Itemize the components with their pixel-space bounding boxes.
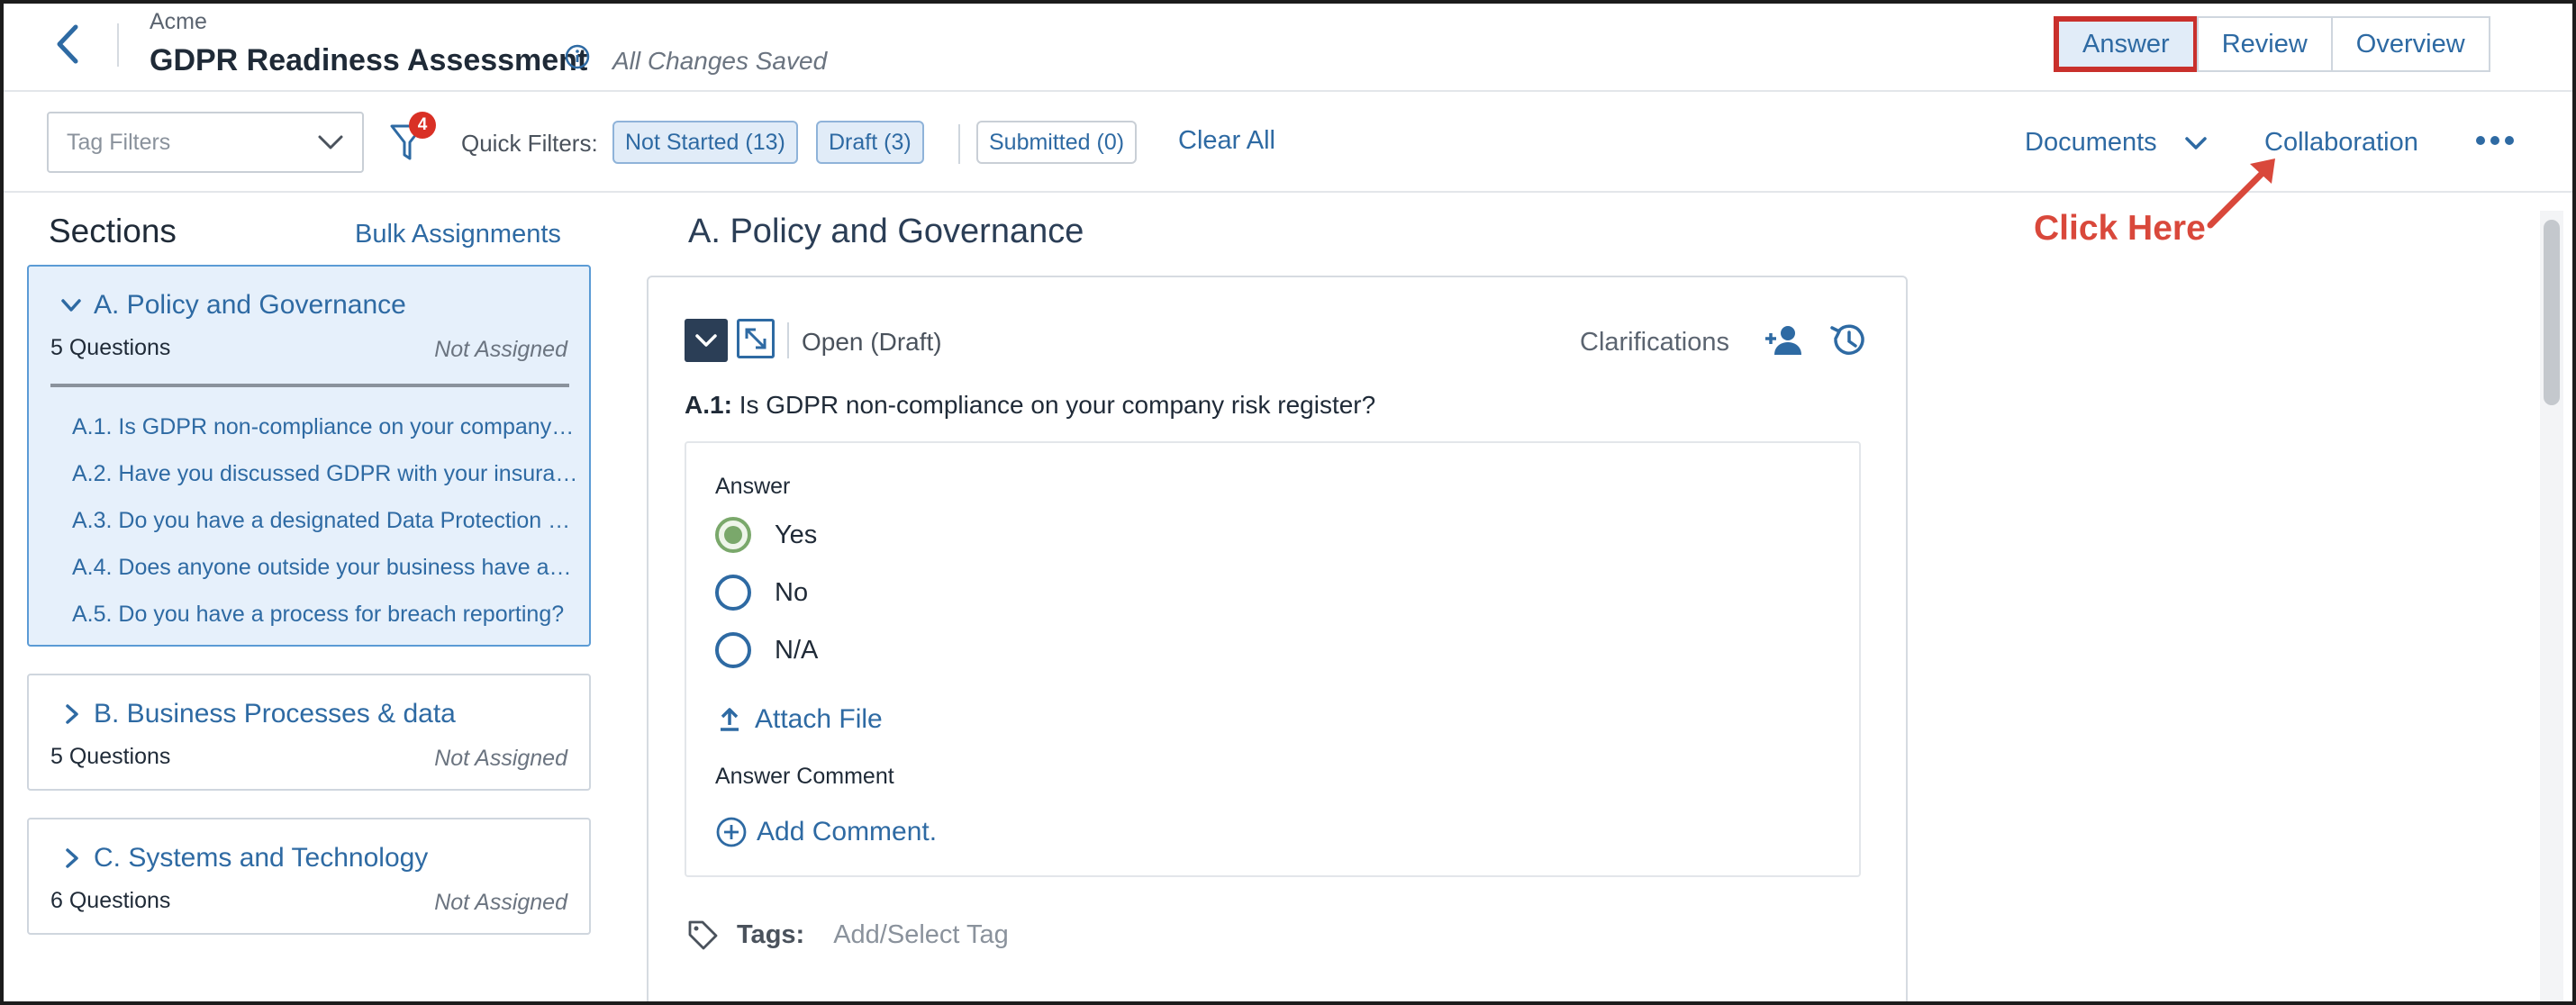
scrollbar-thumb[interactable] <box>2544 220 2560 405</box>
chip-draft[interactable]: Draft (3) <box>816 121 924 164</box>
answer-option-no[interactable]: No <box>715 575 808 611</box>
question-link-a2[interactable]: A.2. Have you discussed GDPR with your i… <box>72 461 580 487</box>
question-card: Open (Draft) Clarifications A.1: Is GDPR… <box>647 276 1908 1001</box>
chevron-left-icon <box>57 24 78 64</box>
chevron-down-icon <box>61 299 81 312</box>
page-title: GDPR Readiness Assessment <box>150 43 588 77</box>
expand-question-button[interactable] <box>737 319 775 358</box>
chevron-down-icon <box>695 334 717 347</box>
radio-button[interactable] <box>715 632 751 668</box>
app-window: Acme GDPR Readiness Assessment All Chang… <box>0 0 2576 1005</box>
section-title: B. Business Processes & data <box>94 699 456 729</box>
tag-icon <box>688 920 718 950</box>
question-body: Is GDPR non-compliance on your company r… <box>739 391 1376 419</box>
section-count: 5 Questions <box>50 744 171 769</box>
clarifications-link[interactable]: Clarifications <box>1580 328 1729 358</box>
section-assign-status: Not Assigned <box>434 337 567 362</box>
section-header-b[interactable]: B. Business Processes & data <box>59 699 456 729</box>
radio-button[interactable] <box>715 575 751 611</box>
tag-filter-dropdown[interactable]: Tag Filters <box>47 112 364 173</box>
upload-icon <box>721 708 739 731</box>
section-header-c[interactable]: C. Systems and Technology <box>59 843 428 874</box>
add-comment-label: Add Comment. <box>757 817 938 847</box>
history-icon[interactable] <box>1828 321 1868 360</box>
plus-circle-icon <box>716 817 747 847</box>
answer-panel: Answer Yes No N/A Attach File Answer Com… <box>685 441 1861 877</box>
expand-icon <box>745 328 766 349</box>
chip-divider <box>958 124 960 164</box>
option-label: Yes <box>775 520 818 549</box>
attach-file-button[interactable]: Attach File <box>719 704 883 735</box>
section-card-a[interactable]: A. Policy and Governance 5 Questions Not… <box>27 265 591 647</box>
section-assign-status: Not Assigned <box>434 746 567 771</box>
tab-overview[interactable]: Overview <box>2330 16 2490 72</box>
more-options-icon[interactable] <box>2475 131 2515 149</box>
tag-filter-placeholder: Tag Filters <box>67 129 171 155</box>
question-link-a4[interactable]: A.4. Does anyone outside your business h… <box>72 555 580 581</box>
question-link-a1[interactable]: A.1. Is GDPR non-compliance on your comp… <box>72 414 580 440</box>
answer-label: Answer <box>715 474 791 499</box>
section-assign-status: Not Assigned <box>434 890 567 915</box>
section-card-c[interactable]: C. Systems and Technology 6 Questions No… <box>27 818 591 935</box>
tags-label: Tags: <box>737 919 805 949</box>
collapse-question-button[interactable] <box>685 319 728 362</box>
quick-filters-label: Quick Filters: <box>461 130 598 157</box>
section-divider <box>50 384 569 387</box>
documents-menu[interactable]: Documents <box>2025 128 2208 158</box>
section-count: 6 Questions <box>50 888 171 913</box>
sections-heading: Sections <box>49 213 177 249</box>
answer-option-na[interactable]: N/A <box>715 632 818 668</box>
question-id: A.1: <box>685 391 732 419</box>
attach-file-label: Attach File <box>755 704 883 734</box>
question-link-a5[interactable]: A.5. Do you have a process for breach re… <box>72 602 580 628</box>
chevron-down-icon <box>2184 136 2207 149</box>
clear-all-link[interactable]: Clear All <box>1178 126 1275 156</box>
section-header-a[interactable]: A. Policy and Governance <box>59 290 406 321</box>
main-section-title: A. Policy and Governance <box>688 213 1084 250</box>
answer-comment-label: Answer Comment <box>715 764 894 789</box>
answer-option-yes[interactable]: Yes <box>715 517 817 553</box>
info-icon[interactable] <box>564 43 591 70</box>
add-comment-button[interactable]: Add Comment. <box>715 816 937 848</box>
chip-submitted[interactable]: Submitted (0) <box>976 121 1138 164</box>
status-divider <box>787 322 789 358</box>
documents-label: Documents <box>2025 128 2157 157</box>
view-tabs: Answer Review Overview <box>2054 16 2490 72</box>
chevron-right-icon <box>66 704 78 724</box>
add-tag-input[interactable]: Add/Select Tag <box>833 920 1009 950</box>
tags-row: Tags: Add/Select Tag <box>686 919 1009 951</box>
save-status: All Changes Saved <box>612 47 828 75</box>
section-count: 5 Questions <box>50 335 171 360</box>
chevron-right-icon <box>66 848 78 868</box>
filter-bar: Tag Filters 4 Quick Filters: Not Started… <box>4 92 2572 193</box>
question-text: A.1: Is GDPR non-compliance on your comp… <box>685 391 1375 420</box>
question-link-a3[interactable]: A.3. Do you have a designated Data Prote… <box>72 508 580 534</box>
arrow-icon <box>2207 158 2275 229</box>
filter-count-badge: 4 <box>409 112 436 139</box>
tab-review[interactable]: Review <box>2196 16 2333 72</box>
option-label: N/A <box>775 635 819 665</box>
bulk-assignments-link[interactable]: Bulk Assignments <box>355 220 561 249</box>
question-status: Open (Draft) <box>802 328 942 356</box>
radio-button-selected[interactable] <box>715 517 751 553</box>
collaboration-link[interactable]: Collaboration <box>2264 128 2418 158</box>
org-name: Acme <box>150 9 207 34</box>
tab-answer[interactable]: Answer <box>2054 16 2199 72</box>
option-label: No <box>775 577 809 607</box>
chevron-down-icon <box>318 135 343 149</box>
section-title: A. Policy and Governance <box>94 290 406 320</box>
back-button[interactable] <box>50 22 86 67</box>
assign-user-icon[interactable] <box>1764 322 1805 358</box>
section-card-b[interactable]: B. Business Processes & data 5 Questions… <box>27 674 591 791</box>
chip-not-started[interactable]: Not Started (13) <box>612 121 798 164</box>
header-divider <box>117 23 119 67</box>
header-bar: Acme GDPR Readiness Assessment All Chang… <box>4 4 2572 92</box>
section-title: C. Systems and Technology <box>94 843 429 873</box>
click-here-annotation: Click Here <box>2034 209 2206 248</box>
